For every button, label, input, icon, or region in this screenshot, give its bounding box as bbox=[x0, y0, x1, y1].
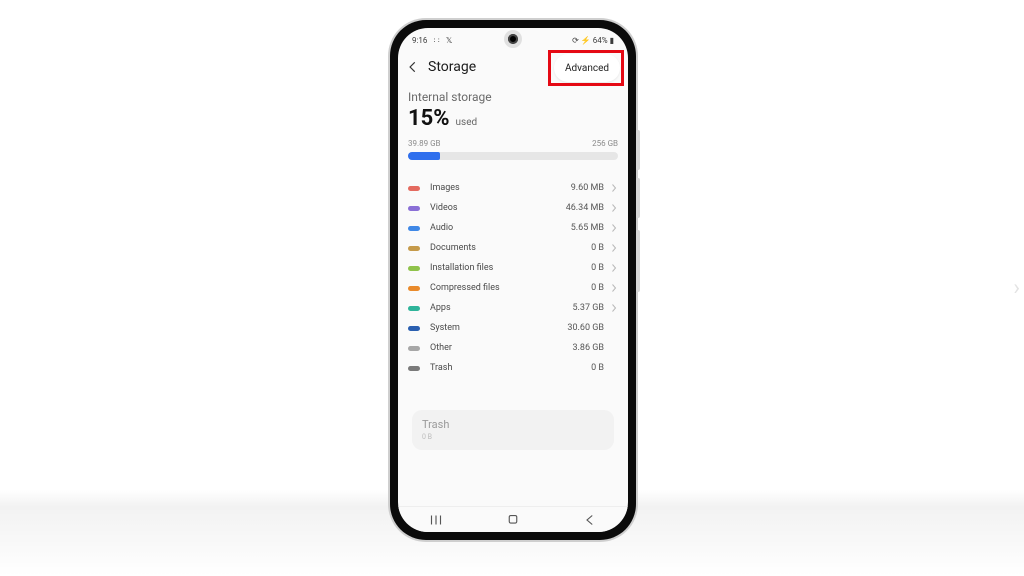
category-label: Compressed files bbox=[430, 283, 591, 293]
category-row[interactable]: Installation files0 B bbox=[408, 258, 618, 278]
chevron-right-icon bbox=[610, 203, 618, 213]
carousel-next-icon[interactable]: › bbox=[1013, 276, 1020, 301]
app-header: Storage Advanced bbox=[398, 48, 628, 86]
chevron-right-icon bbox=[610, 323, 618, 333]
category-color-pill bbox=[408, 366, 420, 371]
chevron-right-icon bbox=[610, 283, 618, 293]
category-value: 0 B bbox=[591, 363, 604, 373]
category-value: 46.34 MB bbox=[566, 203, 604, 213]
phone-screen: 9:16 ꞉ ꞉ 𝕏 ⟳ ⚡ 64% ▮ Storage Advanced In… bbox=[398, 28, 628, 532]
category-value: 30.60 GB bbox=[567, 323, 604, 333]
chevron-right-icon bbox=[610, 243, 618, 253]
category-row[interactable]: Compressed files0 B bbox=[408, 278, 618, 298]
volume-down-button bbox=[636, 178, 640, 218]
category-color-pill bbox=[408, 326, 420, 331]
category-color-pill bbox=[408, 346, 420, 351]
back-nav-icon[interactable] bbox=[581, 513, 599, 527]
trash-card[interactable]: Trash 0 B bbox=[412, 410, 614, 450]
chevron-right-icon bbox=[610, 303, 618, 313]
category-color-pill bbox=[408, 226, 420, 231]
android-nav-bar bbox=[398, 506, 628, 532]
used-label: used bbox=[456, 117, 478, 128]
used-gb: 39.89 GB bbox=[408, 139, 441, 148]
volume-up-button bbox=[636, 130, 640, 170]
chevron-right-icon bbox=[610, 183, 618, 193]
category-label: System bbox=[430, 323, 567, 333]
category-row: Trash0 B bbox=[408, 358, 618, 378]
category-label: Other bbox=[430, 343, 572, 353]
status-twitter-icon: 𝕏 bbox=[446, 36, 452, 45]
used-percent: 15% bbox=[408, 106, 450, 131]
page-title: Storage bbox=[428, 59, 476, 75]
category-label: Trash bbox=[430, 363, 591, 373]
chevron-right-icon bbox=[610, 363, 618, 373]
category-value: 3.86 GB bbox=[572, 343, 604, 353]
category-color-pill bbox=[408, 206, 420, 211]
chevron-right-icon bbox=[610, 223, 618, 233]
advanced-button[interactable]: Advanced bbox=[554, 54, 620, 82]
category-row: System30.60 GB bbox=[408, 318, 618, 338]
category-value: 5.37 GB bbox=[572, 303, 604, 313]
category-row[interactable]: Images9.60 MB bbox=[408, 178, 618, 198]
category-label: Documents bbox=[430, 243, 591, 253]
section-title: Internal storage bbox=[408, 90, 618, 104]
usage-bar-fill bbox=[408, 152, 440, 160]
category-label: Apps bbox=[430, 303, 572, 313]
category-row[interactable]: Audio5.65 MB bbox=[408, 218, 618, 238]
category-color-pill bbox=[408, 246, 420, 251]
category-label: Installation files bbox=[430, 263, 591, 273]
status-time: 9:16 bbox=[412, 36, 427, 45]
storage-content: Internal storage 15% used 39.89 GB 256 G… bbox=[398, 86, 628, 450]
phone-frame: 9:16 ꞉ ꞉ 𝕏 ⟳ ⚡ 64% ▮ Storage Advanced In… bbox=[390, 20, 636, 540]
category-value: 5.65 MB bbox=[571, 223, 604, 233]
trash-card-sub: 0 B bbox=[422, 433, 604, 441]
category-row[interactable]: Documents0 B bbox=[408, 238, 618, 258]
category-color-pill bbox=[408, 286, 420, 291]
category-row[interactable]: Apps5.37 GB bbox=[408, 298, 618, 318]
category-value: 0 B bbox=[591, 263, 604, 273]
category-label: Images bbox=[430, 183, 571, 193]
category-label: Audio bbox=[430, 223, 571, 233]
category-value: 0 B bbox=[591, 283, 604, 293]
category-color-pill bbox=[408, 306, 420, 311]
power-button bbox=[636, 230, 640, 292]
chevron-right-icon bbox=[610, 263, 618, 273]
category-value: 9.60 MB bbox=[571, 183, 604, 193]
home-nav-icon[interactable] bbox=[504, 513, 522, 527]
front-camera bbox=[508, 34, 518, 44]
category-list: Images9.60 MBVideos46.34 MBAudio5.65 MBD… bbox=[408, 178, 618, 378]
status-app-icons: ꞉ ꞉ bbox=[433, 36, 441, 45]
back-button[interactable] bbox=[404, 58, 422, 76]
category-color-pill bbox=[408, 266, 420, 271]
usage-bar-track bbox=[408, 152, 618, 160]
recents-nav-icon[interactable] bbox=[427, 513, 445, 527]
status-battery: ⟳ ⚡ 64% ▮ bbox=[572, 36, 614, 45]
trash-card-title: Trash bbox=[422, 418, 604, 431]
category-value: 0 B bbox=[591, 243, 604, 253]
total-gb: 256 GB bbox=[592, 139, 618, 148]
chevron-right-icon bbox=[610, 343, 618, 353]
category-label: Videos bbox=[430, 203, 566, 213]
chevron-left-icon bbox=[406, 60, 420, 74]
category-color-pill bbox=[408, 186, 420, 191]
category-row: Other3.86 GB bbox=[408, 338, 618, 358]
category-row[interactable]: Videos46.34 MB bbox=[408, 198, 618, 218]
